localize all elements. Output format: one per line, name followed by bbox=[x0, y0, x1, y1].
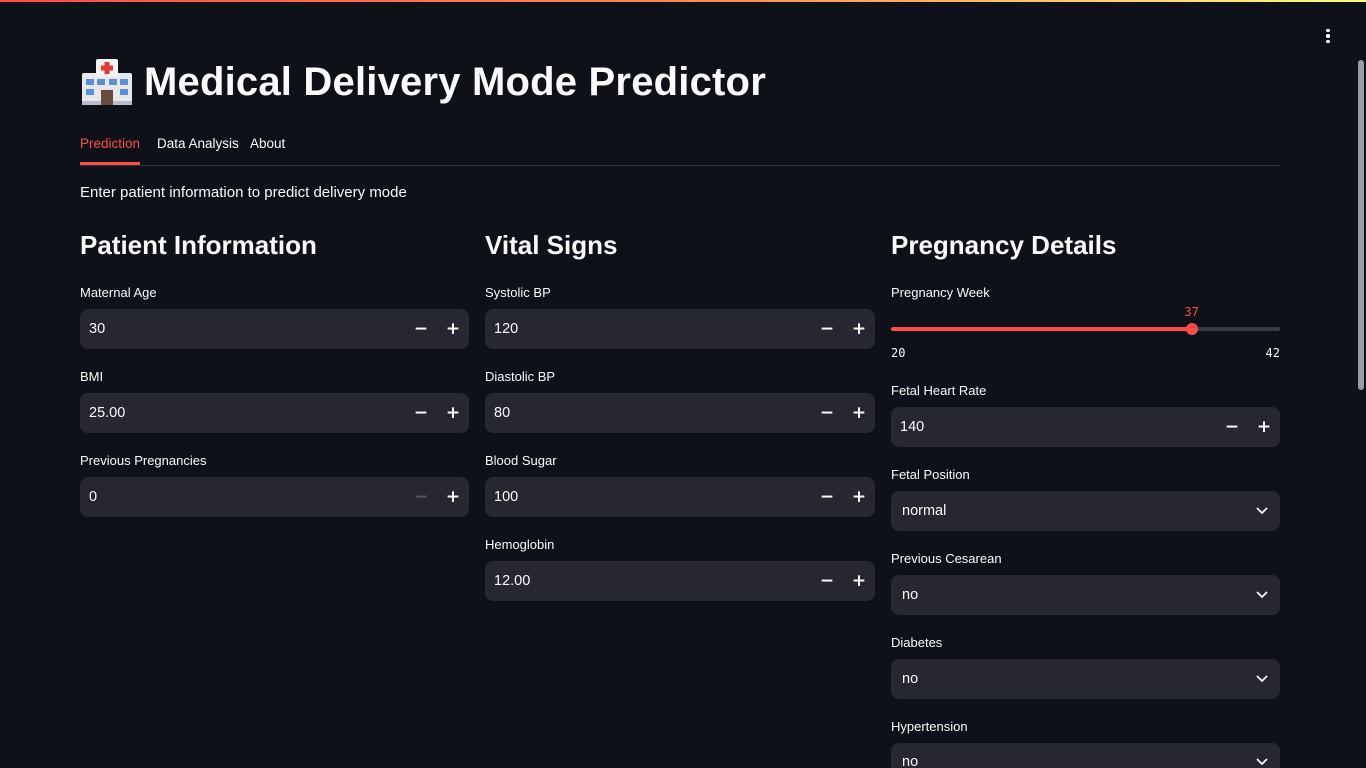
maternal-age-increment-button[interactable]: + bbox=[437, 309, 469, 349]
hypertension-select[interactable]: no bbox=[891, 743, 1280, 768]
menu-dot-icon bbox=[1326, 28, 1330, 33]
previous-pregnancies-decrement-button[interactable]: − bbox=[405, 477, 437, 517]
fetal-heart-rate-label: Fetal Heart Rate bbox=[891, 383, 987, 398]
hypertension-value[interactable]: no bbox=[891, 743, 1244, 768]
top-decoration-bar bbox=[0, 0, 1366, 2]
blood-sugar-decrement-button[interactable]: − bbox=[811, 477, 843, 517]
vital-signs-heading: Vital Signs bbox=[485, 230, 618, 260]
maternal-age-input[interactable]: 30 − + bbox=[80, 309, 469, 349]
maternal-age-label: Maternal Age bbox=[80, 285, 157, 300]
blood-sugar-increment-button[interactable]: + bbox=[843, 477, 875, 517]
hemoglobin-label: Hemoglobin bbox=[485, 537, 555, 552]
pregnancy-week-value: 37 bbox=[1184, 305, 1199, 319]
fetal-heart-rate-decrement-button[interactable]: − bbox=[1216, 407, 1248, 447]
maternal-age-decrement-button[interactable]: − bbox=[405, 309, 437, 349]
tab-about[interactable]: About bbox=[250, 136, 285, 151]
diastolic-bp-value[interactable]: 80 bbox=[485, 405, 811, 421]
fetal-position-select[interactable]: normal bbox=[891, 491, 1280, 531]
systolic-bp-value[interactable]: 120 bbox=[485, 321, 811, 337]
page-title-text: Medical Delivery Mode Predictor bbox=[144, 59, 766, 104]
menu-dot-icon bbox=[1326, 39, 1330, 44]
previous-pregnancies-input[interactable]: 0 − + bbox=[80, 477, 469, 517]
slider-min-label: 20 bbox=[891, 346, 906, 360]
diastolic-bp-label: Diastolic BP bbox=[485, 369, 556, 384]
fetal-position-label: Fetal Position bbox=[891, 467, 970, 482]
hypertension-label: Hypertension bbox=[891, 719, 968, 734]
hemoglobin-input[interactable]: 12.00 − + bbox=[485, 561, 875, 601]
chevron-down-icon[interactable] bbox=[1244, 507, 1280, 515]
scrollbar[interactable] bbox=[1358, 60, 1364, 390]
chevron-down-icon[interactable] bbox=[1244, 675, 1280, 683]
scrollbar-thumb[interactable] bbox=[1358, 60, 1364, 390]
previous-cesarean-label: Previous Cesarean bbox=[891, 551, 1002, 566]
systolic-bp-label: Systolic BP bbox=[485, 285, 551, 300]
blood-sugar-input[interactable]: 100 − + bbox=[485, 477, 875, 517]
patient-information-heading: Patient Information bbox=[80, 230, 317, 260]
diastolic-bp-decrement-button[interactable]: − bbox=[811, 393, 843, 433]
main-menu-button[interactable] bbox=[1316, 24, 1340, 48]
fetal-heart-rate-increment-button[interactable]: + bbox=[1248, 407, 1280, 447]
hemoglobin-increment-button[interactable]: + bbox=[843, 561, 875, 601]
bmi-value[interactable]: 25.00 bbox=[80, 405, 405, 421]
diabetes-label: Diabetes bbox=[891, 635, 943, 650]
pregnancy-week-slider[interactable]: 37 20 42 bbox=[891, 300, 1280, 364]
chevron-down-icon[interactable] bbox=[1244, 743, 1280, 766]
systolic-bp-increment-button[interactable]: + bbox=[843, 309, 875, 349]
fetal-heart-rate-value[interactable]: 140 bbox=[891, 419, 1216, 435]
previous-pregnancies-value[interactable]: 0 bbox=[80, 489, 405, 505]
bmi-input[interactable]: 25.00 − + bbox=[80, 393, 469, 433]
maternal-age-value[interactable]: 30 bbox=[80, 321, 405, 337]
previous-pregnancies-label: Previous Pregnancies bbox=[80, 453, 207, 468]
slider-fill bbox=[891, 327, 1192, 331]
diabetes-select[interactable]: no bbox=[891, 659, 1280, 699]
blood-sugar-value[interactable]: 100 bbox=[485, 489, 811, 505]
previous-pregnancies-increment-button[interactable]: + bbox=[437, 477, 469, 517]
diabetes-value[interactable]: no bbox=[891, 671, 1244, 687]
slider-thumb[interactable] bbox=[1185, 323, 1198, 335]
bmi-increment-button[interactable]: + bbox=[437, 393, 469, 433]
previous-cesarean-select[interactable]: no bbox=[891, 575, 1280, 615]
systolic-bp-input[interactable]: 120 − + bbox=[485, 309, 875, 349]
tab-bar: Prediction Data Analysis About bbox=[80, 128, 1280, 166]
fetal-heart-rate-input[interactable]: 140 − + bbox=[891, 407, 1280, 447]
bmi-label: BMI bbox=[80, 369, 104, 384]
fetal-position-value[interactable]: normal bbox=[891, 503, 1244, 519]
pregnancy-week-label: Pregnancy Week bbox=[891, 285, 990, 300]
hemoglobin-decrement-button[interactable]: − bbox=[811, 561, 843, 601]
bmi-decrement-button[interactable]: − bbox=[405, 393, 437, 433]
hemoglobin-value[interactable]: 12.00 bbox=[485, 573, 811, 589]
pregnancy-details-heading: Pregnancy Details bbox=[891, 230, 1117, 260]
diastolic-bp-input[interactable]: 80 − + bbox=[485, 393, 875, 433]
active-tab-indicator bbox=[80, 162, 140, 165]
tab-data-analysis[interactable]: Data Analysis bbox=[157, 136, 239, 151]
previous-cesarean-value[interactable]: no bbox=[891, 587, 1244, 603]
hospital-icon bbox=[80, 57, 134, 107]
menu-dot-icon bbox=[1326, 34, 1330, 38]
blood-sugar-label: Blood Sugar bbox=[485, 453, 557, 468]
slider-max-label: 42 bbox=[1265, 346, 1280, 360]
chevron-down-icon[interactable] bbox=[1244, 591, 1280, 599]
diastolic-bp-increment-button[interactable]: + bbox=[843, 393, 875, 433]
slider-track[interactable] bbox=[891, 327, 1280, 331]
systolic-bp-decrement-button[interactable]: − bbox=[811, 309, 843, 349]
intro-text: Enter patient information to predict del… bbox=[80, 184, 407, 201]
page-title: Medical Delivery Mode Predictor bbox=[80, 56, 766, 108]
tab-prediction[interactable]: Prediction bbox=[80, 136, 140, 151]
